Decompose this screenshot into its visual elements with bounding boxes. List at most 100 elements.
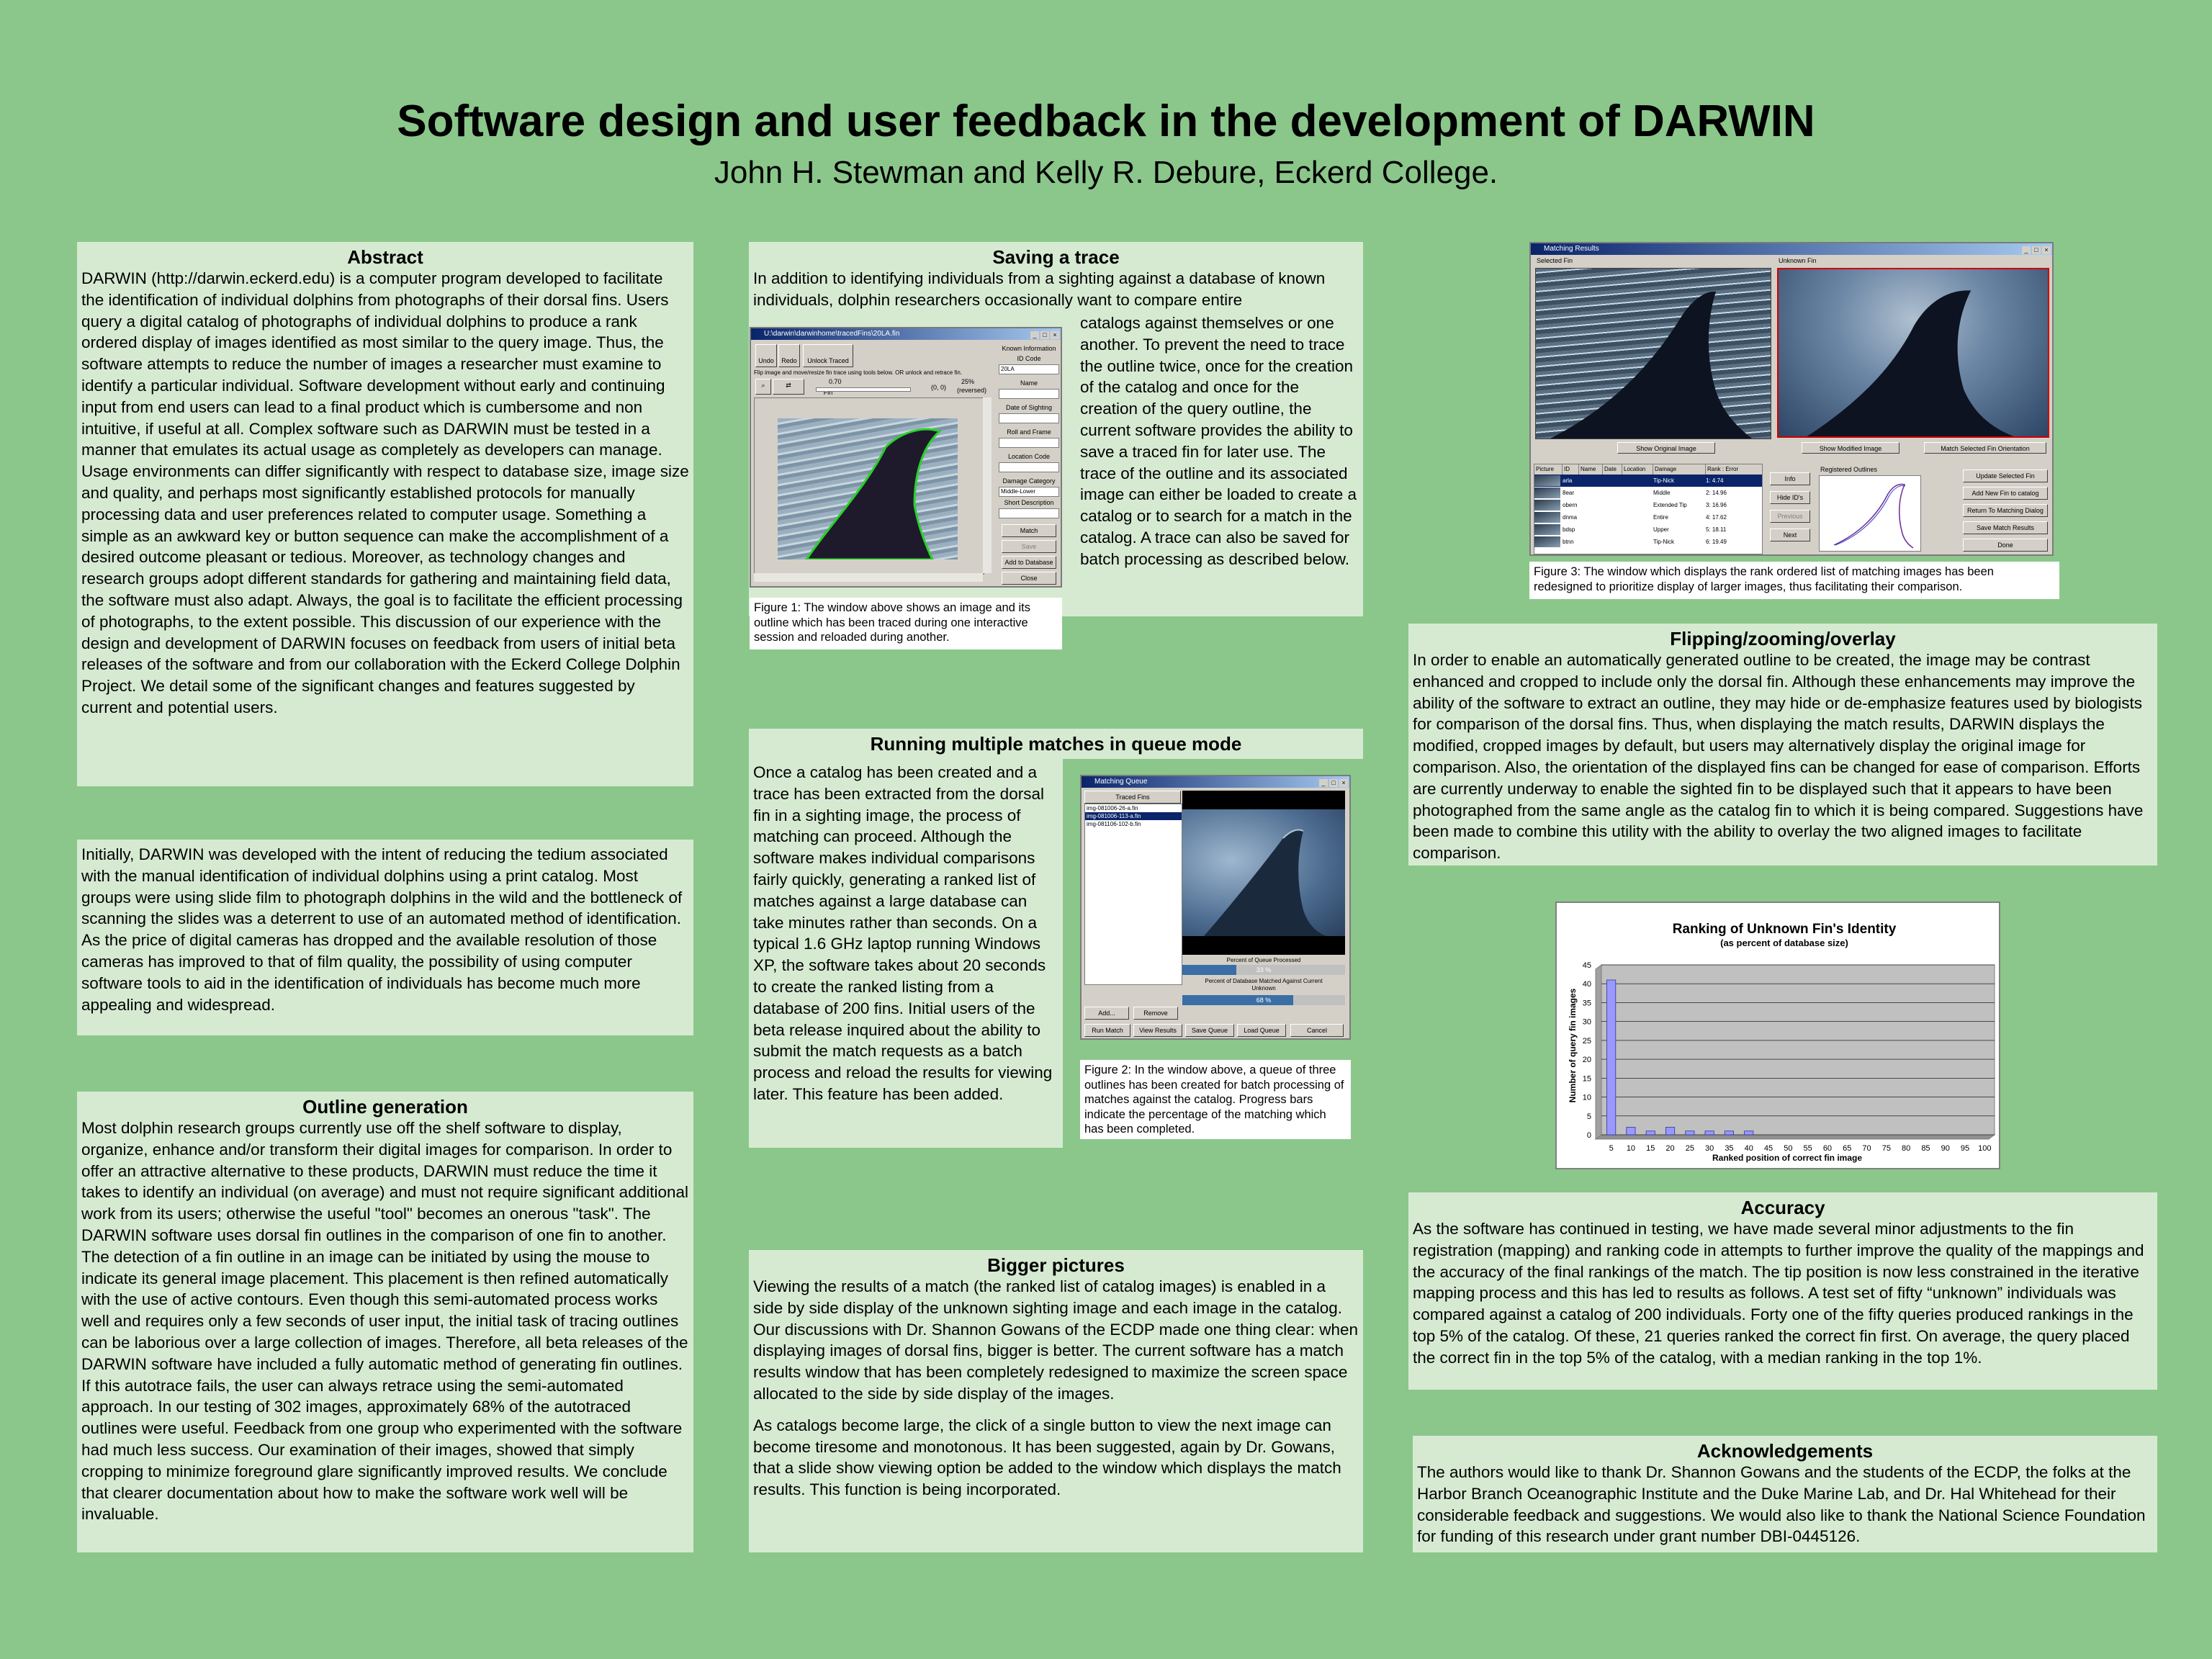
horizontal-scrollbar[interactable] — [754, 573, 983, 582]
x-tick-label: 45 — [1764, 1144, 1773, 1153]
flip-tool-button[interactable]: ⇄ — [773, 379, 804, 395]
table-row[interactable]: bdsp Upper 5: 18.11 — [1534, 523, 1762, 536]
table-row[interactable]: dnma Entire 4: 17.62 — [1534, 511, 1762, 523]
zoom-slider[interactable] — [816, 387, 911, 392]
trace-image-area[interactable] — [754, 397, 984, 575]
column-header[interactable]: Location — [1622, 464, 1653, 475]
add-new-fin-button[interactable]: Add New Fin to catalog — [1963, 487, 2048, 500]
queue-text: Once a catalog has been created and a tr… — [753, 763, 1053, 1103]
done-button[interactable]: Done — [1963, 539, 2048, 552]
maximize-icon[interactable]: □ — [1329, 779, 1338, 787]
maximize-icon[interactable]: □ — [1040, 331, 1049, 339]
column-header[interactable]: Rank : Error — [1706, 464, 1758, 475]
row-rank: 6: 19.49 — [1706, 539, 1727, 545]
minimize-icon[interactable]: _ — [2022, 246, 2031, 254]
queue-heading-panel: Running multiple matches in queue mode — [749, 729, 1363, 759]
column-header[interactable]: Damage — [1653, 464, 1706, 475]
save-button[interactable]: Save — [1002, 540, 1056, 553]
table-row[interactable]: oberm Extended Tip 3: 16.96 — [1534, 499, 1762, 511]
chart-ylabel: Number of query fin images — [1568, 988, 1578, 1102]
list-item[interactable]: img-081006-113-a.fin — [1085, 812, 1182, 820]
show-original-image-button[interactable]: Show Original Image — [1617, 442, 1715, 454]
row-rank: 4: 17.62 — [1706, 514, 1727, 521]
hide-ids-button[interactable]: Hide ID's — [1770, 491, 1810, 504]
chart-bar — [1626, 1127, 1636, 1136]
return-to-matching-button[interactable]: Return To Matching Dialog — [1963, 504, 2048, 517]
remove-button[interactable]: Remove — [1133, 1007, 1178, 1020]
chart-bar — [1704, 1130, 1714, 1136]
ack-text: The authors would like to thank Dr. Shan… — [1417, 1463, 2146, 1546]
matching-results-titlebar: Matching Results _ □ × — [1531, 243, 2052, 255]
short-desc-field[interactable] — [999, 508, 1059, 518]
bigger-heading: Bigger pictures — [987, 1254, 1125, 1276]
undo-button[interactable]: Undo — [755, 344, 777, 367]
column-header[interactable]: Date — [1603, 464, 1622, 475]
close-button[interactable]: Close — [1002, 572, 1056, 585]
list-item[interactable]: img-081106-102-b.fin — [1085, 820, 1182, 828]
show-modified-image-button[interactable]: Show Modified Image — [1802, 442, 1899, 454]
figure3-caption: Figure 3: The window which displays the … — [1529, 562, 2059, 599]
column-header[interactable]: Name — [1579, 464, 1603, 475]
load-queue-button[interactable]: Load Queue — [1237, 1024, 1286, 1037]
ack-panel: Acknowledgements The authors would like … — [1413, 1436, 2157, 1552]
date-field[interactable] — [999, 413, 1059, 423]
x-tick-label: 20 — [1665, 1144, 1674, 1153]
name-field[interactable] — [999, 389, 1059, 399]
queue-progress-bar: 33 % — [1182, 965, 1345, 975]
vertical-scrollbar[interactable] — [983, 397, 992, 573]
close-icon[interactable]: × — [1339, 779, 1348, 787]
chart-title: Ranking of Unknown Fin's Identity — [1673, 922, 1897, 937]
minimize-icon[interactable]: _ — [1319, 779, 1328, 787]
chart-plot-background — [1601, 964, 1995, 1136]
cursor-coords: (0, 0) — [931, 384, 947, 391]
table-row[interactable]: btnn Tip-Nick 6: 19.49 — [1534, 536, 1762, 548]
short-desc-label: Short Description — [1004, 499, 1054, 506]
outline-heading: Outline generation — [302, 1096, 468, 1118]
saving-text-right: catalogs against themselves or one anoth… — [1080, 314, 1357, 568]
selected-fin-label: Selected Fin — [1537, 257, 1573, 264]
maximize-icon[interactable]: □ — [2032, 246, 2041, 254]
traced-fins-list[interactable]: img-081006-26-a.fin img-081006-113-a.fin… — [1084, 804, 1182, 985]
row-damage: Tip-Nick — [1653, 539, 1675, 545]
save-match-results-button[interactable]: Save Match Results — [1963, 521, 2048, 534]
list-item[interactable]: img-081006-26-a.fin — [1085, 804, 1182, 812]
next-button[interactable]: Next — [1770, 529, 1810, 541]
y-tick-label: 25 — [1583, 1037, 1591, 1046]
cancel-button[interactable]: Cancel — [1290, 1024, 1344, 1037]
x-tick-label: 60 — [1823, 1144, 1832, 1153]
info-button[interactable]: Info — [1770, 472, 1810, 485]
table-row[interactable]: 8ear Middle 2: 14.96 — [1534, 487, 1762, 499]
row-name — [1577, 487, 1601, 499]
column-header[interactable]: Picture — [1534, 464, 1563, 475]
magnify-tool-button[interactable]: ⌕ — [755, 379, 771, 395]
close-icon[interactable]: × — [1051, 331, 1059, 339]
table-row[interactable]: arla Tip-Nick 1: 4.74 — [1534, 475, 1762, 487]
redo-button[interactable]: Redo — [778, 344, 800, 367]
view-results-button[interactable]: View Results — [1133, 1024, 1182, 1037]
x-tick-label: 55 — [1804, 1144, 1812, 1153]
id-code-field[interactable]: 20LA — [999, 364, 1059, 374]
location-label: Location Code — [1007, 453, 1051, 460]
x-tick-label: 65 — [1843, 1144, 1851, 1153]
match-orientation-button[interactable]: Match Selected Fin Orientation — [1924, 442, 2046, 454]
close-icon[interactable]: × — [2042, 246, 2051, 254]
match-button[interactable]: Match — [1002, 524, 1056, 537]
add-to-database-button[interactable]: Add to Database — [1002, 556, 1056, 569]
previous-button[interactable]: Previous — [1770, 510, 1810, 523]
save-queue-button[interactable]: Save Queue — [1185, 1024, 1234, 1037]
location-field[interactable] — [999, 462, 1059, 472]
row-location — [1620, 536, 1651, 548]
results-table-header: Picture ID Name Date Location Damage Ran… — [1534, 464, 1762, 475]
queue-progress-value: 33 % — [1256, 966, 1272, 974]
add-button[interactable]: Add... — [1084, 1007, 1129, 1020]
row-name — [1577, 475, 1601, 487]
roll-frame-field[interactable] — [999, 438, 1059, 448]
chart-plot-area: 0 5 10 15 20 25 30 35 40 45 5 10 15 20 25 30 35 40 45 50 55 6… — [1583, 961, 1996, 1153]
update-selected-fin-button[interactable]: Update Selected Fin — [1963, 469, 2048, 482]
damage-select[interactable]: Middle-Lower — [999, 487, 1059, 497]
thumbnail — [1534, 512, 1560, 523]
unlock-traced-fin-button[interactable]: Unlock Traced Fin — [803, 344, 853, 396]
column-header[interactable]: ID — [1563, 464, 1579, 475]
minimize-icon[interactable]: _ — [1030, 331, 1039, 339]
run-match-button[interactable]: Run Match — [1084, 1024, 1130, 1037]
